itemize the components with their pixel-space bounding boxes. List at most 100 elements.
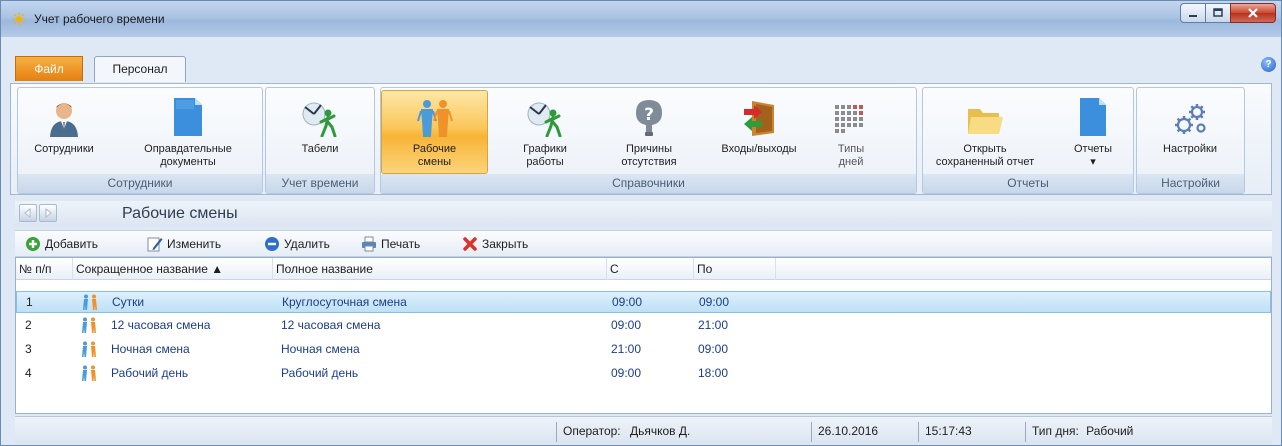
timesheet-icon [302, 102, 337, 137]
shifts-table: № п/п Сокращенное название ▲ Полное назв… [15, 257, 1272, 414]
ribbon-tabs: Файл Персонал ? [1, 37, 1281, 85]
cell-short-name: 12 часовая смена [111, 318, 211, 332]
close-window-button[interactable] [1230, 3, 1276, 23]
print-button[interactable]: Печать [361, 235, 420, 253]
table-row[interactable]: 3 Ночная смена Ночная смена 21:00 09:00 [16, 339, 1271, 361]
delete-button[interactable]: Удалить [264, 235, 330, 253]
column-header-from[interactable]: С [607, 258, 694, 280]
work-shifts-label: Рабочие смены [412, 143, 457, 168]
employees-label: Сотрудники [34, 143, 94, 155]
absence-reasons-icon: ? [636, 100, 662, 136]
employee-icon [50, 103, 78, 137]
status-operator: Оператор: Дьячков Д. [556, 422, 811, 442]
day-types-button: Типы дней [819, 90, 883, 174]
timesheets-button[interactable]: Табели [276, 90, 364, 174]
cell-full-name: Круглосуточная смена [282, 295, 407, 309]
close-button[interactable]: Закрыть [462, 235, 528, 253]
day-types-icon [835, 105, 863, 133]
settings-button[interactable]: Настройки [1145, 90, 1235, 174]
operator-label: Оператор: [563, 424, 621, 438]
cell-from: 21:00 [611, 342, 642, 356]
cell-to: 09:00 [698, 342, 729, 356]
table-row[interactable]: 2 12 часовая смена 12 часовая смена 09:0… [16, 315, 1271, 337]
shifts-icon [416, 100, 453, 137]
cell-number: 4 [25, 366, 32, 380]
cell-number: 2 [25, 318, 32, 332]
column-header-to[interactable]: По [694, 258, 776, 280]
edit-label: Изменить [167, 237, 222, 251]
print-label: Печать [381, 237, 421, 251]
toolbar: Добавить Изменить Удалить Печать Закрыть [15, 230, 1272, 257]
shift-person-icon [82, 317, 96, 333]
document-icon [174, 98, 202, 136]
status-date: 26.10.2016 [811, 422, 918, 442]
justifying-documents-label: Оправдательные документы [144, 143, 232, 168]
maximize-icon [1213, 8, 1223, 17]
table-row[interactable]: 1 Сутки Круглосуточная смена 09:00 09:00 [16, 291, 1271, 313]
group-label-references: Справочники [381, 174, 916, 193]
help-icon[interactable]: ? [1261, 57, 1276, 72]
cell-short-name: Рабочий день [111, 366, 189, 380]
cell-full-name: Ночная смена [281, 342, 360, 356]
column-header-full-name[interactable]: Полное название [273, 258, 607, 280]
cell-to: 21:00 [698, 318, 729, 332]
add-button[interactable]: Добавить [25, 235, 98, 253]
ribbon-group-settings: Настройки Настройки [1136, 87, 1245, 194]
arrow-left-icon [24, 208, 31, 218]
arrow-right-icon [45, 208, 52, 218]
title-bar[interactable]: Учет рабочего времени [1, 1, 1281, 37]
tab-file[interactable]: Файл [15, 56, 83, 81]
employees-button[interactable]: Сотрудники [20, 90, 108, 174]
justifying-documents-button[interactable]: Оправдательные документы [120, 90, 256, 174]
column-header-short-name[interactable]: Сокращенное название ▲ [73, 258, 273, 280]
cell-to: 09:00 [699, 295, 730, 309]
maximize-button[interactable] [1205, 3, 1231, 23]
open-saved-report-button[interactable]: Открыть сохраненный отчет [923, 90, 1047, 174]
ribbon: Сотрудники Оправдательные документы Сотр… [10, 83, 1272, 195]
group-label-reports: Отчеты [923, 174, 1133, 193]
minimize-button[interactable] [1180, 3, 1206, 23]
open-folder-icon [968, 109, 1003, 134]
delete-label: Удалить [284, 237, 330, 251]
close-icon [1248, 8, 1258, 18]
window-title: Учет рабочего времени [34, 12, 165, 26]
day-type-value: Рабочий [1086, 424, 1134, 438]
ribbon-group-reports: Открыть сохраненный отчет Отчеты ▾ Отчет… [922, 87, 1134, 194]
settings-gears-icon [1175, 104, 1206, 134]
cell-to: 18:00 [698, 366, 729, 380]
edit-button[interactable]: Изменить [147, 235, 221, 253]
cell-number: 3 [25, 342, 32, 356]
absence-reasons-label: Причины отсутствия [621, 143, 677, 168]
status-day-type: Тип дня: Рабочий [1025, 422, 1225, 442]
back-button[interactable] [19, 204, 37, 222]
app-window: Учет рабочего времени Файл Персонал ? Со… [0, 0, 1282, 446]
column-header-number[interactable]: № п/п [16, 258, 73, 280]
close-label: Закрыть [482, 237, 529, 251]
cell-short-name: Ночная смена [111, 342, 190, 356]
work-schedules-button[interactable]: Графики работы [501, 90, 589, 174]
reports-button[interactable]: Отчеты ▾ [1057, 90, 1129, 174]
entries-exits-button[interactable]: Входы/выходы [707, 90, 811, 174]
table-row[interactable]: 4 Рабочий день Рабочий день 09:00 18:00 [16, 363, 1271, 385]
cell-full-name: Рабочий день [281, 366, 359, 380]
day-type-label: Тип дня: [1032, 424, 1079, 438]
cell-full-name: 12 часовая смена [281, 318, 381, 332]
shift-person-icon [82, 365, 96, 381]
cell-from: 09:00 [611, 366, 642, 380]
schedules-icon [527, 102, 562, 137]
absence-reasons-button[interactable]: ? Причины отсутствия [599, 90, 699, 174]
navigation-strip: Рабочие смены [15, 201, 1272, 227]
settings-label: Настройки [1163, 143, 1217, 155]
group-label-employees: Сотрудники [18, 174, 262, 193]
timesheets-label: Табели [301, 143, 339, 155]
section-title: Рабочие смены [122, 205, 238, 222]
edit-pencil-icon [147, 237, 163, 252]
cell-from: 09:00 [611, 318, 642, 332]
tab-personal[interactable]: Персонал [94, 56, 186, 82]
close-x-icon [463, 237, 477, 251]
window-controls [1180, 3, 1276, 25]
forward-button[interactable] [39, 204, 57, 222]
ribbon-group-employees: Сотрудники Оправдательные документы Сотр… [17, 87, 263, 194]
shift-person-icon [82, 341, 96, 357]
work-shifts-button[interactable]: Рабочие смены [381, 90, 488, 174]
